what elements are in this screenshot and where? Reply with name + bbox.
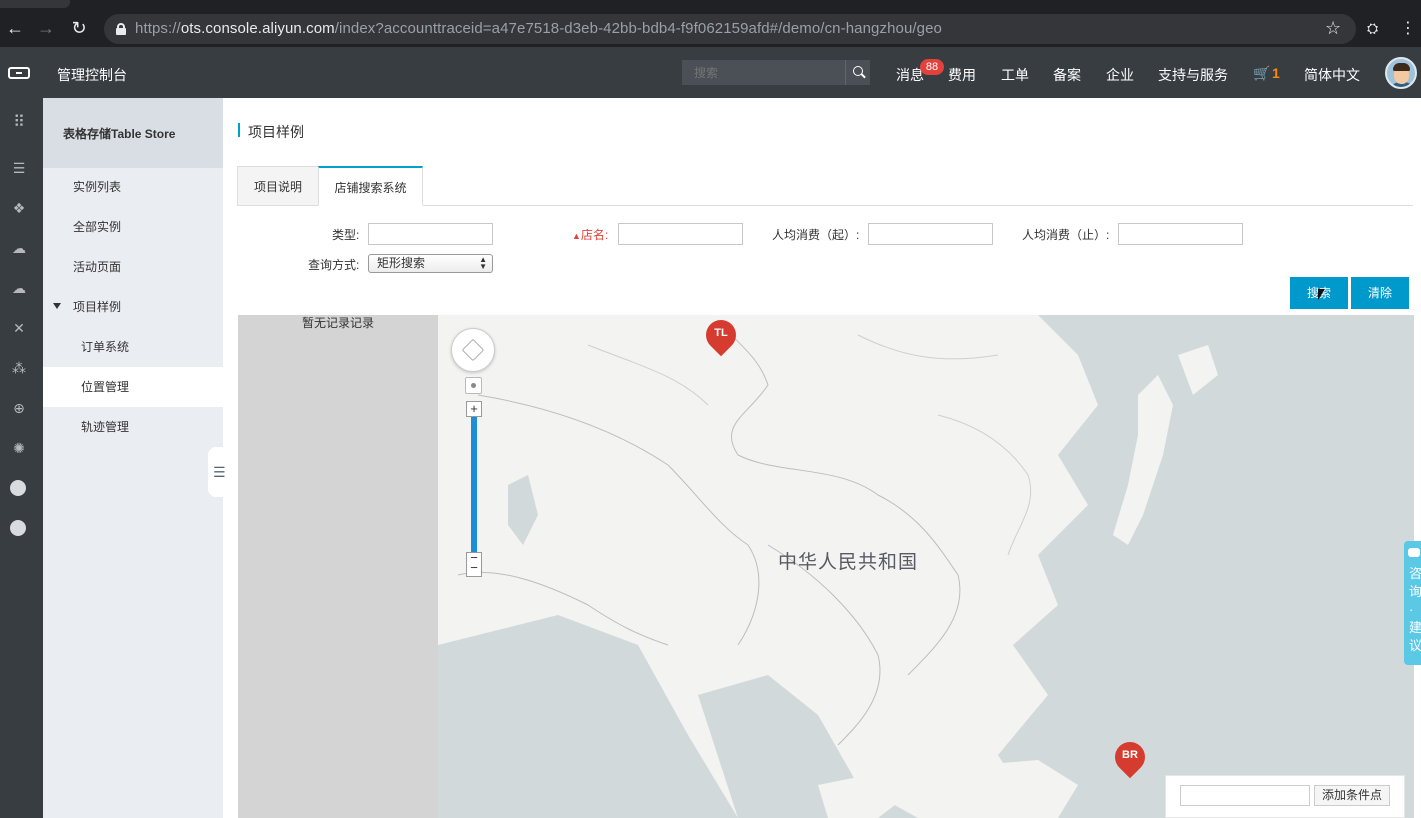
- url-text[interactable]: https://ots.console.aliyun.com/index?acc…: [135, 20, 942, 37]
- support-link[interactable]: 支持与服务: [1158, 65, 1228, 85]
- sidebar-item-trajectory[interactable]: 轨迹管理: [43, 407, 223, 447]
- lock-icon: [116, 23, 126, 35]
- aliyun-logo[interactable]: [0, 47, 43, 98]
- collapse-icon: ☰: [213, 464, 226, 480]
- cloud-icon[interactable]: ☁: [11, 240, 27, 256]
- browser-tab-strip: [0, 0, 1421, 10]
- page-title-accent: [238, 123, 240, 137]
- type-input[interactable]: [368, 223, 493, 245]
- condition-point-input[interactable]: [1180, 785, 1310, 806]
- forward-arrow-icon[interactable]: →: [34, 16, 58, 40]
- page-title: 项目样例: [248, 124, 304, 140]
- map-pin-top-left[interactable]: TL: [699, 313, 743, 360]
- cart-icon[interactable]: 🛒: [1253, 65, 1270, 82]
- globe-icon[interactable]: ⊕: [11, 400, 27, 416]
- required-icon: ▲: [572, 231, 581, 241]
- avg-cost-from-label: 人均消费（起）:: [772, 228, 860, 242]
- cart-count[interactable]: 1: [1272, 65, 1280, 81]
- console-title[interactable]: 管理控制台: [57, 65, 127, 85]
- sidebar-item-samples[interactable]: 项目样例: [43, 287, 223, 327]
- avg-cost-from-input[interactable]: [868, 223, 993, 245]
- product-dot-icon[interactable]: [10, 520, 26, 536]
- bookmark-star-icon[interactable]: ☆: [1325, 18, 1341, 39]
- avatar[interactable]: [1385, 57, 1417, 89]
- server-icon[interactable]: ☰: [11, 160, 27, 176]
- feedback-tab-label[interactable]: 咨询·建议: [1409, 565, 1421, 655]
- extension-icon[interactable]: ⛭: [1367, 20, 1378, 37]
- tab-store-search[interactable]: 店铺搜索系统: [318, 166, 423, 206]
- sidebar-item-activity[interactable]: 活动页面: [43, 247, 223, 287]
- clear-button[interactable]: 清除: [1351, 277, 1409, 309]
- map-pan-control[interactable]: [451, 328, 495, 372]
- sidebar-item-all-instances[interactable]: 全部实例: [43, 207, 223, 247]
- messages-badge: 88: [920, 59, 944, 75]
- chat-icon: [1408, 548, 1420, 557]
- select-arrows-icon: ▲ ▼: [479, 255, 487, 271]
- map-geography: [438, 315, 1414, 818]
- header-search-input[interactable]: [682, 60, 842, 85]
- query-mode-label: 查询方式:: [308, 258, 360, 272]
- tab-project-description[interactable]: 项目说明: [237, 166, 319, 206]
- network-icon[interactable]: ✕: [11, 320, 27, 336]
- browser-tab[interactable]: [0, 0, 70, 8]
- add-condition-button[interactable]: 添加条件点: [1314, 785, 1390, 806]
- sidebar-collapse-handle[interactable]: ☰: [208, 447, 226, 497]
- store-name-input[interactable]: [618, 223, 743, 245]
- results-pane[interactable]: [238, 315, 438, 818]
- type-label: 类型:: [332, 228, 360, 242]
- sidebar-item-instance-list[interactable]: 实例列表: [43, 167, 223, 207]
- map-country-label: 中华人民共和国: [778, 552, 919, 573]
- results-empty-text: 暂无记录记录: [301, 316, 374, 330]
- avg-cost-to-input[interactable]: [1118, 223, 1243, 245]
- sidebar-item-orders[interactable]: 订单系统: [43, 327, 223, 367]
- cluster-icon[interactable]: ❖: [11, 200, 27, 216]
- avg-cost-to-label: 人均消费（止）:: [1022, 228, 1110, 242]
- browser-menu-icon[interactable]: ⋮: [1400, 18, 1416, 38]
- billing-link[interactable]: 费用: [948, 65, 976, 85]
- aliyun-logo-icon: [8, 67, 30, 79]
- enterprise-link[interactable]: 企业: [1106, 65, 1134, 85]
- tickets-link[interactable]: 工单: [1001, 65, 1029, 85]
- product-dot-icon[interactable]: [10, 480, 26, 496]
- query-mode-select[interactable]: 矩形搜索 ▲ ▼: [368, 254, 493, 273]
- cloud-upload-icon[interactable]: ☁: [11, 280, 27, 296]
- store-name-label: ▲店名:: [572, 228, 609, 242]
- grid-icon[interactable]: ⠿: [11, 115, 27, 131]
- back-arrow-icon[interactable]: ←: [3, 16, 27, 40]
- zoom-in-button[interactable]: +: [466, 401, 482, 417]
- sidebar-title: 表格存储Table Store: [63, 127, 176, 141]
- map-zoom-reset[interactable]: [465, 377, 482, 394]
- zoom-out-button[interactable]: − −: [466, 551, 482, 577]
- sidebar-item-location[interactable]: 位置管理: [43, 367, 223, 407]
- map-canvas[interactable]: 中华人民共和国: [438, 315, 1414, 818]
- map-pin-bottom-right[interactable]: BR: [1108, 735, 1152, 782]
- search-icon[interactable]: [845, 60, 870, 85]
- zoom-slider[interactable]: [471, 417, 477, 556]
- icp-link[interactable]: 备案: [1053, 65, 1081, 85]
- mouse-cursor-icon: [1318, 289, 1325, 300]
- settings-icon[interactable]: ✺: [11, 440, 27, 456]
- nodes-icon[interactable]: ⁂: [11, 360, 27, 376]
- reload-icon[interactable]: ↻: [67, 16, 91, 40]
- language-switch[interactable]: 简体中文: [1304, 65, 1360, 85]
